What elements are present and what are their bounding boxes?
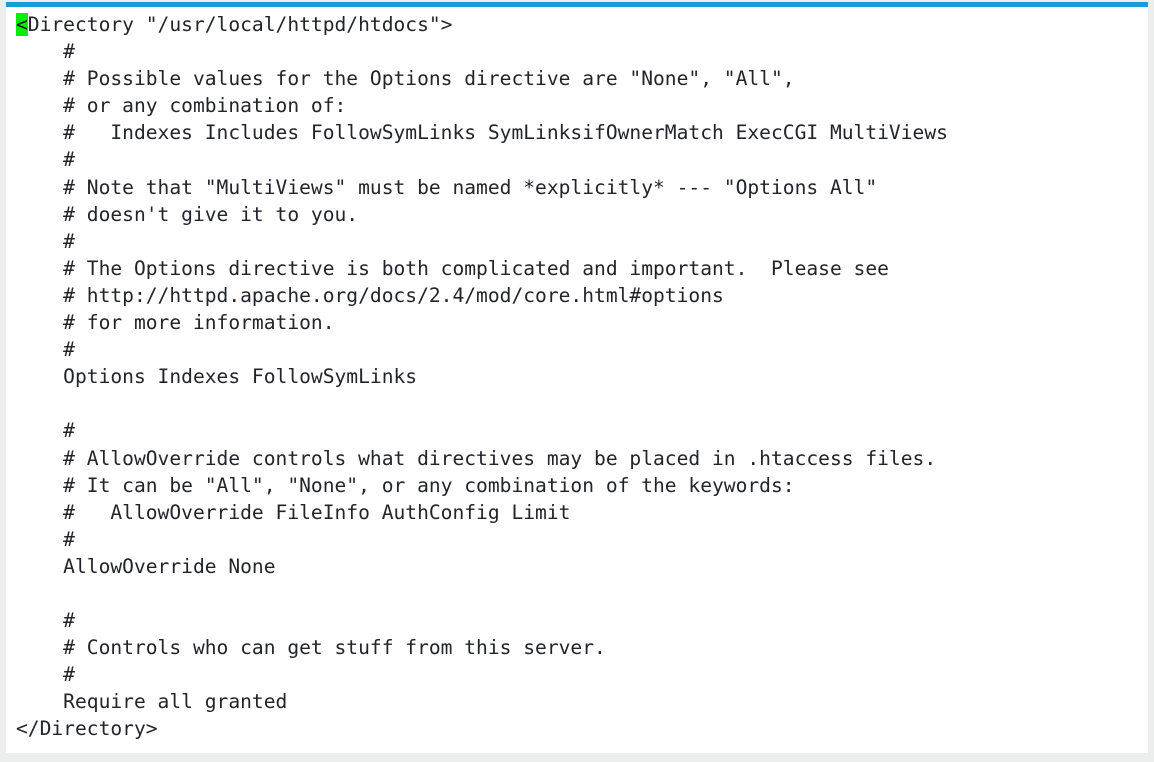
code-line[interactable]: # for more information. <box>16 309 948 336</box>
code-line[interactable]: # <box>16 146 948 173</box>
code-line[interactable]: # Controls who can get stuff from this s… <box>16 634 948 661</box>
code-line[interactable]: # <box>16 526 948 553</box>
code-line[interactable]: <Directory "/usr/local/httpd/htdocs"> <box>16 11 948 38</box>
config-text-content[interactable]: <Directory "/usr/local/httpd/htdocs"> # … <box>16 11 948 743</box>
code-line[interactable]: # <box>16 661 948 688</box>
code-line[interactable]: </Directory> <box>16 715 948 742</box>
code-line[interactable]: # Note that "MultiViews" must be named *… <box>16 174 948 201</box>
code-line[interactable]: ​ <box>16 580 948 607</box>
code-line[interactable]: # It can be "All", "None", or any combin… <box>16 472 948 499</box>
code-line[interactable]: # Indexes Includes FollowSymLinks SymLin… <box>16 119 948 146</box>
editor-frame: <Directory "/usr/local/httpd/htdocs"> # … <box>6 2 1148 753</box>
text-cursor: < <box>16 13 28 36</box>
code-line[interactable]: # or any combination of: <box>16 92 948 119</box>
code-line[interactable]: # <box>16 607 948 634</box>
code-line[interactable]: # <box>16 336 948 363</box>
code-line[interactable]: # <box>16 417 948 444</box>
code-line[interactable]: Options Indexes FollowSymLinks <box>16 363 948 390</box>
code-line[interactable]: # The Options directive is both complica… <box>16 255 948 282</box>
code-line[interactable]: AllowOverride None <box>16 553 948 580</box>
code-line[interactable]: # AllowOverride FileInfo AuthConfig Limi… <box>16 499 948 526</box>
code-line[interactable]: # doesn't give it to you. <box>16 201 948 228</box>
app-root: <Directory "/usr/local/httpd/htdocs"> # … <box>0 0 1154 762</box>
code-line[interactable]: # <box>16 38 948 65</box>
editor-surface[interactable]: <Directory "/usr/local/httpd/htdocs"> # … <box>6 7 1148 753</box>
code-line[interactable]: ​ <box>16 390 948 417</box>
code-line[interactable]: # AllowOverride controls what directives… <box>16 445 948 472</box>
code-line[interactable]: # Possible values for the Options direct… <box>16 65 948 92</box>
code-line[interactable]: Require all granted <box>16 688 948 715</box>
code-line[interactable]: # http://httpd.apache.org/docs/2.4/mod/c… <box>16 282 948 309</box>
code-line[interactable]: # <box>16 228 948 255</box>
